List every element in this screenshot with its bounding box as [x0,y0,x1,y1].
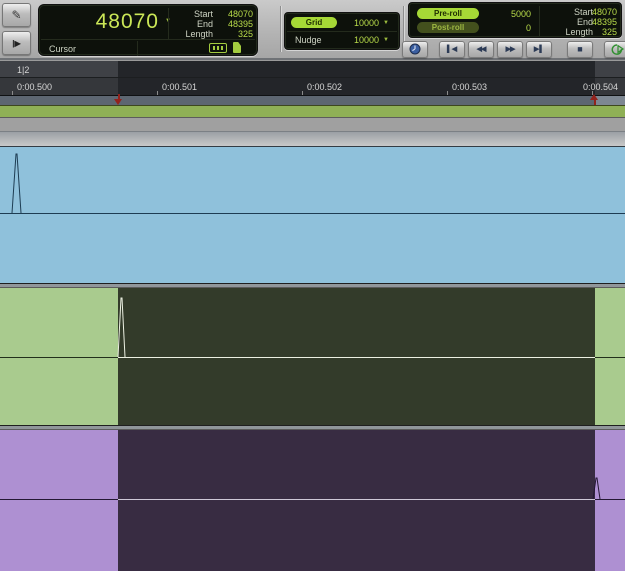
nudge-value[interactable]: 10000 [341,35,379,45]
postroll-pill[interactable]: Post-roll [417,22,479,33]
track-header-strip[interactable] [0,131,625,147]
rewind-button[interactable]: ◀◀ [468,40,494,58]
keyboard-icon-dot [221,46,223,50]
edit-length-value[interactable]: 325 [189,29,253,39]
bars-beats-tick-label: 1|2 [17,65,30,75]
return-to-zero-icon: ▌◀ [446,46,458,53]
grid-dropdown-icon[interactable]: ▼ [383,20,389,26]
selection-end-flag[interactable] [590,94,599,105]
toolbar-divider [280,6,281,52]
ruler-tick [302,91,303,95]
ruler-selection-highlight [118,61,595,77]
ruler-base-strip [0,96,625,105]
main-counter-value[interactable]: 48070 [57,10,159,34]
waveform-zero-line [0,357,118,358]
toolbar: ✎ |▶ 48070 ▼ Start 48070 End 48395 Lengt… [0,0,625,60]
waveform-spike [117,297,126,358]
minsec-tick-label: 0:00.503 [452,82,488,92]
transport-end-value[interactable]: 48395 [559,17,617,27]
transport-start-value[interactable]: 48070 [559,7,617,17]
lcd-divider [137,41,138,56]
ruler-base-strip-light [595,96,625,105]
audio-track-blue-lane[interactable] [0,147,625,283]
fast-forward-icon: ▶▶ [505,46,516,53]
waveform-zero-line [595,357,625,358]
preroll-pill[interactable]: Pre-roll [417,8,479,19]
pencil-tool-button[interactable]: ✎ [2,3,31,27]
pencil-icon: ✎ [11,8,22,22]
lcd-divider [41,39,255,40]
edit-start-value[interactable]: 48070 [189,9,253,19]
postroll-value[interactable]: 0 [487,23,531,33]
audio-track-purple-lane[interactable] [0,430,625,571]
ruler-tick [12,91,13,95]
min-sec-ruler[interactable]: 0:00.500 0:00.501 0:00.502 0:00.503 0:00… [0,78,625,96]
transport-panel: Pre-roll 5000 Post-roll 0 Start 48070 En… [408,2,622,38]
main-counter-panel: 48070 ▼ Start 48070 End 48395 Length 325… [38,4,258,56]
transport-buttons: ▌◀ ◀◀ ▶▶ ▶▌ ■ [402,40,625,58]
lcd-divider [168,8,169,39]
page-icon[interactable] [233,42,241,53]
lcd-divider [539,6,540,36]
preroll-value[interactable]: 5000 [487,9,531,19]
stop-icon: ■ [577,44,583,54]
transport-length-value[interactable]: 325 [559,27,617,37]
grid-nudge-panel: Grid 10000 ▼ Nudge 10000 ▼ [284,12,400,50]
selection-start-flag[interactable] [114,94,123,105]
olive-track-band[interactable] [0,105,625,117]
waveform-zero-line [0,213,625,214]
lcd-divider [287,31,397,32]
stop-button[interactable]: ■ [567,40,593,58]
audio-track-green-lane[interactable] [0,288,625,425]
minsec-tick-label: 0:00.502 [307,82,343,92]
minsec-tick-label: 0:00.501 [162,82,198,92]
pro-tools-edit-window: ✎ |▶ 48070 ▼ Start 48070 End 48395 Lengt… [0,0,625,571]
ruler-tick [447,91,448,95]
fast-forward-button[interactable]: ▶▶ [497,40,523,58]
waveform-spike [592,477,601,500]
play-button[interactable] [604,40,625,58]
cursor-label: Cursor [49,44,77,54]
go-to-end-icon: ▶▌ [533,46,545,53]
bars-beats-ruler[interactable]: 1|2 [0,61,625,78]
gray-track-band[interactable] [0,117,625,131]
rewind-icon: ◀◀ [476,46,487,53]
keyboard-icon-dot [217,46,219,50]
clock-icon [409,43,421,55]
return-to-zero-button[interactable]: ▌◀ [439,40,465,58]
expand-arrow-icon: |▶ [12,38,21,48]
edit-end-value[interactable]: 48395 [189,19,253,29]
nudge-dropdown-icon[interactable]: ▼ [383,37,389,43]
minsec-tick-label: 0:00.500 [17,82,53,92]
minsec-tick-label: 0:00.504 [583,82,619,92]
edit-selection-region [118,430,595,571]
waveform-zero-line [0,499,118,500]
grid-mode-pill[interactable]: Grid [291,17,337,28]
go-to-end-button[interactable]: ▶▌ [526,40,552,58]
grid-value[interactable]: 10000 [341,18,379,28]
expand-tools-button[interactable]: |▶ [2,31,31,55]
play-loop-icon [611,43,625,55]
keyboard-icon-dot [213,46,215,50]
online-button[interactable] [402,40,428,58]
ruler-tick [157,91,158,95]
waveform-zero-line [118,357,595,358]
waveform-zero-line [118,499,595,500]
waveform-spike [11,153,22,214]
nudge-label: Nudge [295,35,322,45]
keyboard-icon[interactable] [209,43,227,53]
